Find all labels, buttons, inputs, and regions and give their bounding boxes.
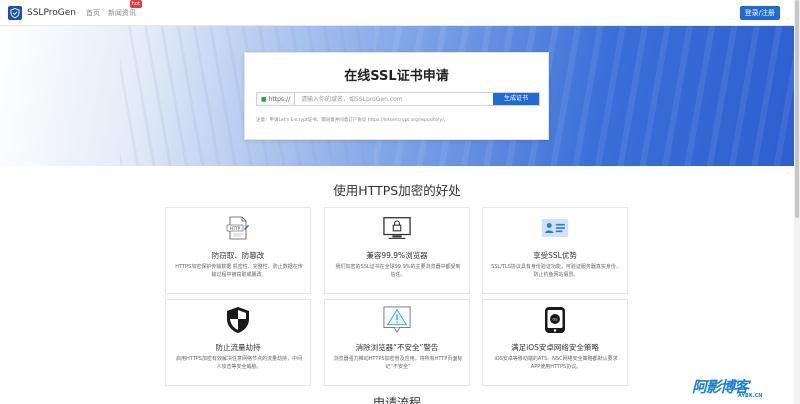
feature-card-ios-policy: OS 满足iOS安卓网络安全策略 iOS安卓等移动端的ATS、NSC网络安全策略… — [482, 299, 628, 386]
feature-card-browser-compat: 兼容99.9%浏览器 我们加密的SSL证书在全球99.9%的主要浏览器中都受到信… — [324, 207, 470, 294]
process-title: 申请流程 — [372, 396, 421, 404]
feature-title: 享受SSL优势 — [533, 251, 577, 260]
feature-card-insecure-warning: 消除浏览器“不安全”警告 浏览器强力推动HTTPS加密普及应用，将所有HTTP页… — [324, 299, 470, 386]
ssl-apply-card: 在线SSL证书申请 ■ https:// 生成证书 注意：申请Let's Enc… — [244, 52, 549, 140]
https-prefix: ■ https:// — [257, 93, 295, 105]
warning-icon — [383, 306, 411, 334]
top-navbar: SSLProGen 首页 新闻资讯 hot 登录/注册 — [0, 0, 794, 26]
nav-link-news-label: 新闻资讯 — [107, 8, 136, 17]
https-prefix-label: https:// — [268, 95, 291, 103]
shield-icon — [224, 306, 252, 334]
feature-card-anti-theft: HTTP 防窃取、防篡改 HTTPS加密保护传输数据 机密性、完整性、防止数据在… — [165, 207, 311, 294]
feature-desc: 我们加密的SSL证书在全球99.9%的主要浏览器中都受到信任。 — [335, 264, 461, 278]
feature-desc: iOS安卓等移动端的ATS、NSC网络安全策略都默认要求APP使用HTTPS协议… — [494, 356, 618, 370]
nav-links: 首页 新闻资讯 hot — [86, 0, 144, 18]
id-card-icon — [541, 214, 569, 242]
scrollbar-thumb[interactable] — [795, 0, 799, 218]
nav-link-home[interactable]: 首页 — [86, 8, 100, 18]
feature-card-anti-hijack: 防止流量劫持 启用HTTPS加密有效解决任意网络节点的流量劫持，中间人攻击等安全… — [165, 299, 311, 386]
svg-text:HTTP: HTTP — [230, 226, 241, 231]
card-title: 在线SSL证书申请 — [344, 69, 449, 84]
page-scrollbar[interactable] — [794, 0, 800, 404]
feature-title: 满足iOS安卓网络安全策略 — [511, 343, 599, 352]
feature-desc: SSL/TLS协议具有身份验证功能，可验证服务器真实身份，防止钓鱼网站假冒。 — [491, 264, 621, 278]
generate-certificate-button[interactable]: 生成证书 — [493, 93, 539, 105]
lock-monitor-icon — [383, 214, 411, 242]
feature-title: 防窃取、防篡改 — [211, 251, 265, 260]
feature-title: 消除浏览器“不安全”警告 — [355, 343, 439, 352]
nav-link-news[interactable]: 新闻资讯 hot — [107, 0, 142, 18]
site-watermark: 阿影博客 AYBK.CN — [692, 376, 792, 400]
shield-check-logo-icon — [8, 5, 22, 20]
feature-title: 防止流量劫持 — [215, 343, 261, 352]
feature-card-ssl-advantage: 享受SSL优势 SSL/TLS协议具有身份验证功能，可验证服务器真实身份，防止钓… — [482, 207, 628, 294]
domain-form: ■ https:// 生成证书 — [256, 92, 540, 106]
agreement-note: 注意：申请Let's Encrypt证书，需同意并同意订户协议 https://… — [256, 118, 449, 123]
feature-title: 兼容99.9%浏览器 — [366, 251, 428, 260]
login-register-button[interactable]: 登录/注册 — [739, 6, 780, 20]
hot-badge: hot — [129, 0, 142, 8]
domain-input[interactable] — [295, 93, 493, 105]
lock-icon: ■ — [260, 95, 267, 103]
ios-phone-icon: OS — [541, 306, 569, 334]
brand-logo[interactable]: SSLProGen — [8, 5, 76, 20]
benefits-title: 使用HTTPS加密的好处 — [333, 183, 461, 198]
feature-desc: 启用HTTPS加密有效解决任意网络节点的流量劫持，中间人攻击等安全威胁。 — [176, 356, 302, 370]
feature-desc: 浏览器强力推动HTTPS加密普及应用，将所有HTTP页面标记“不安全” — [333, 356, 463, 370]
http-document-icon: HTTP — [224, 214, 252, 242]
feature-desc: HTTPS加密保护传输数据 机密性、完整性、防止数据在传输过程中被窃取或篡改。 — [175, 264, 303, 278]
svg-text:OS: OS — [552, 318, 558, 322]
watermark-domain: AYBK.CN — [738, 393, 763, 399]
brand-name: SSLProGen — [27, 7, 76, 18]
